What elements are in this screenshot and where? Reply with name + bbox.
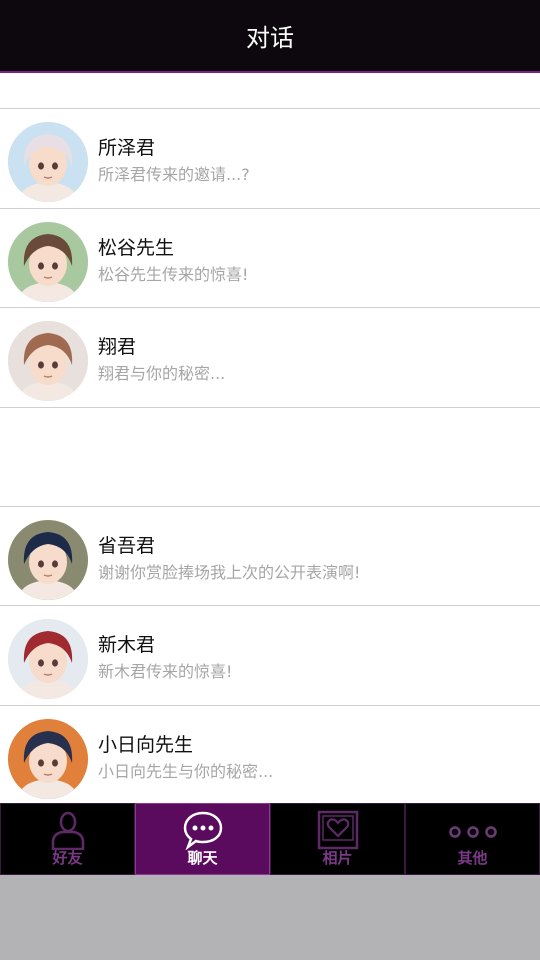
chat-bubble-icon [183,811,222,850]
tab-label: 聊天 [187,849,218,867]
message-preview: 新木君传来的惊喜! [98,662,233,681]
avatar [8,519,88,600]
contact-name: 所泽君 [98,137,156,159]
message-preview: 翔君与你的秘密... [98,364,226,383]
conversation-row[interactable]: 松谷先生 松谷先生传来的惊喜! [0,208,540,308]
tab-more[interactable]: 其他 [405,803,540,875]
bottom-tab-bar: 好友 聊天 相片 其他 [0,803,540,875]
empty-row [0,408,540,507]
avatar [8,221,88,302]
contact-name: 翔君 [98,336,137,358]
tab-friends[interactable]: 好友 [0,803,135,875]
tab-label: 其他 [457,849,488,867]
conversation-row[interactable]: 小日向先生 小日向先生与你的秘密... [0,705,540,805]
list-spacer [0,73,540,109]
more-dots-icon [448,826,497,838]
message-preview: 所泽君传来的邀请...? [98,165,250,184]
contact-name: 小日向先生 [98,733,194,756]
top-bar: 对话 [0,0,540,73]
contact-name: 松谷先生 [98,236,175,259]
heart-photo-icon [317,810,358,850]
message-preview: 谢谢你赏脸捧场我上次的公开表演啊! [98,562,361,582]
tab-chat[interactable]: 聊天 [135,803,270,875]
conversation-row[interactable]: 新木君 新木君传来的惊喜! [0,606,540,706]
avatar [8,122,88,202]
conversation-row[interactable]: 翔君 翔君与你的秘密... [0,308,540,408]
tab-label: 好友 [52,849,83,867]
contact-name: 新木君 [98,634,156,656]
avatar [8,321,88,401]
page-title: 对话 [246,24,294,52]
contact-name: 省吾君 [98,534,156,557]
conversation-row[interactable]: 所泽君 所泽君传来的邀请...? [0,109,540,209]
tab-photos[interactable]: 相片 [270,803,405,875]
avatar [8,619,88,699]
message-preview: 松谷先生传来的惊喜! [98,264,249,284]
avatar [8,718,88,799]
person-icon [51,811,84,850]
conversation-row[interactable]: 省吾君 谢谢你赏脸捧场我上次的公开表演啊! [0,506,540,606]
message-preview: 小日向先生与你的秘密... [98,761,274,781]
conversation-list: 所泽君 所泽君传来的邀请...? 松谷先生 松谷先生传来的惊喜! 翔君 翔君与你… [0,73,540,805]
bottom-filler [0,875,540,960]
tab-label: 相片 [322,849,353,867]
